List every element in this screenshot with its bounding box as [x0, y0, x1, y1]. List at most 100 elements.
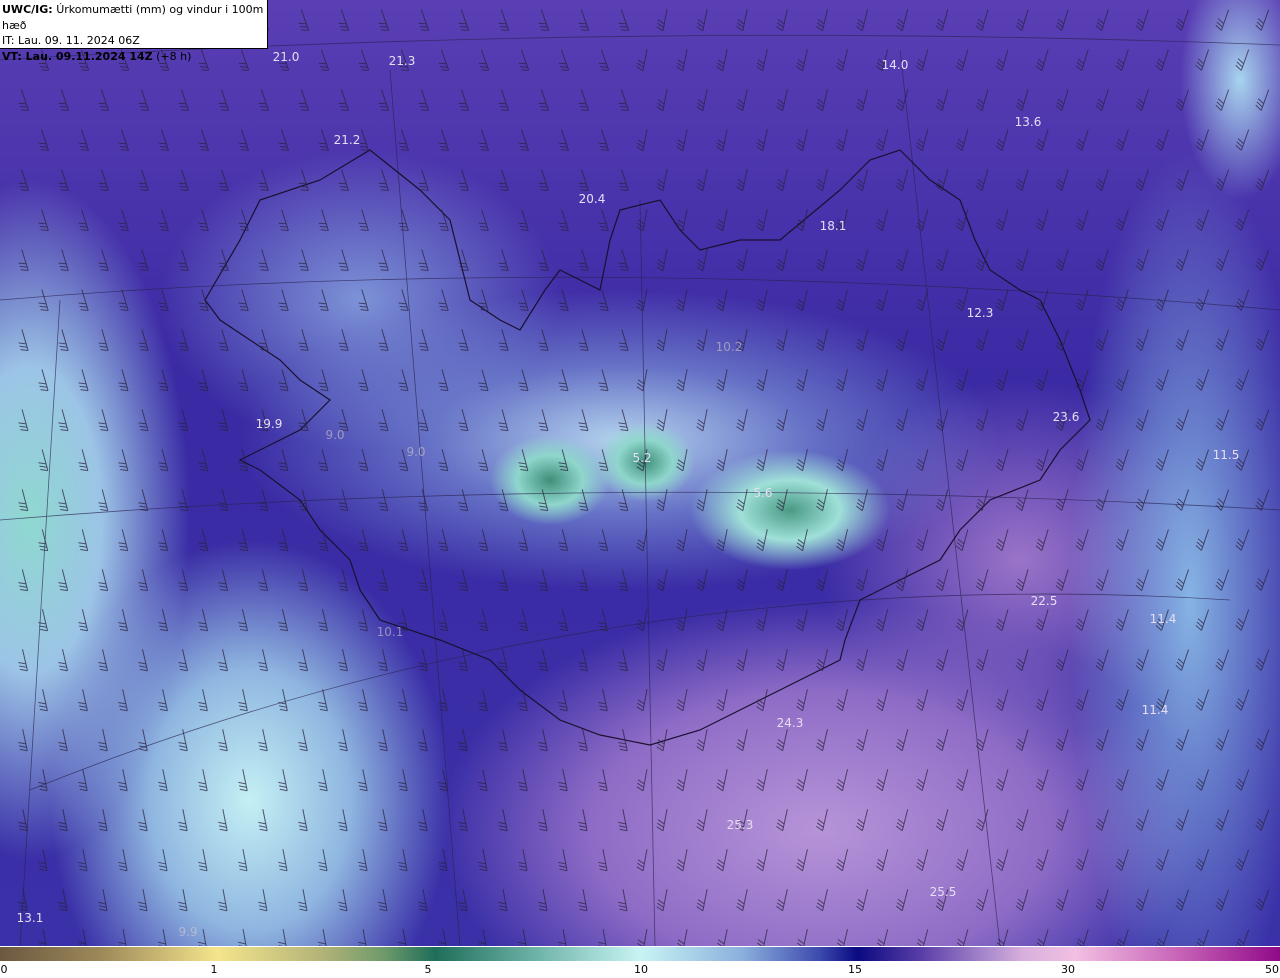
wind-barb — [1135, 569, 1149, 591]
wind-barb — [875, 929, 889, 946]
title-box: UWC/IG: Úrkomumætti (mm) og vindur i 100… — [0, 0, 268, 63]
wind-barb — [1015, 329, 1029, 351]
wind-barb — [218, 329, 229, 352]
wind-barb — [1235, 129, 1250, 151]
wind-barb — [138, 249, 149, 272]
colorbar-tick: 0 — [0, 963, 8, 976]
wind-barb — [776, 169, 788, 192]
wind-barb — [358, 929, 368, 946]
wind-barb — [1155, 769, 1169, 791]
wind-barb — [318, 529, 329, 552]
wind-barb — [836, 529, 848, 552]
wind-barb — [118, 449, 129, 472]
wind-barb — [338, 9, 350, 31]
wind-barb — [676, 769, 688, 792]
wind-barb — [18, 809, 28, 832]
wind-barb — [875, 289, 889, 312]
wind-barb — [158, 769, 168, 792]
wind-barb — [618, 9, 630, 31]
wind-barb — [696, 489, 708, 512]
wind-barb — [955, 49, 969, 72]
wind-barb — [915, 769, 929, 792]
wind-barb — [358, 529, 369, 552]
wind-barb — [736, 89, 748, 112]
wind-barb — [856, 489, 869, 512]
wind-barb — [1015, 569, 1029, 591]
wind-barb — [578, 729, 588, 752]
wind-barb — [98, 329, 109, 352]
wind-barb — [18, 649, 28, 672]
wind-barb — [856, 809, 869, 832]
wind-barb — [856, 569, 869, 592]
wind-barb — [478, 769, 488, 792]
map-value-label: 24.3 — [776, 716, 804, 730]
wind-barb — [1215, 249, 1230, 271]
wind-barb — [716, 209, 728, 232]
wind-barb — [935, 329, 949, 352]
graticule-line — [389, 69, 461, 946]
wind-barb — [18, 89, 30, 111]
wind-barb — [458, 649, 468, 672]
map-value-label: 25.5 — [929, 885, 957, 899]
map-value-label: 20.4 — [578, 192, 606, 206]
wind-barb — [58, 569, 69, 592]
wind-barb — [498, 809, 508, 832]
wind-barb — [558, 769, 568, 792]
wind-barb — [1255, 9, 1270, 31]
wind-barb — [58, 809, 68, 832]
wind-barb — [298, 169, 309, 191]
wind-barb — [1255, 729, 1270, 751]
wind-barb — [816, 409, 828, 432]
wind-barb — [955, 849, 969, 872]
wind-barb — [816, 9, 828, 32]
wind-barb — [378, 569, 389, 592]
wind-barb — [238, 929, 248, 946]
wind-barb — [716, 769, 728, 792]
wind-barb — [378, 649, 388, 672]
wind-barb — [358, 689, 368, 712]
wind-barb — [238, 369, 249, 392]
wind-barb — [1195, 529, 1210, 551]
wind-barb — [98, 729, 108, 752]
wind-barb — [158, 609, 169, 632]
wind-barb — [995, 129, 1009, 151]
wind-barb — [1175, 9, 1189, 31]
wind-barb — [1095, 809, 1109, 831]
wind-barb — [318, 689, 328, 712]
wind-barb — [578, 409, 589, 432]
wind-barb — [776, 809, 788, 832]
wind-barb — [1215, 729, 1230, 751]
wind-barb — [558, 929, 568, 946]
wind-barb — [1215, 9, 1230, 31]
map-value-label: 14.0 — [881, 58, 909, 72]
wind-barb — [198, 769, 208, 792]
wind-barb — [915, 209, 929, 232]
wind-barb — [756, 849, 768, 872]
wind-barb — [78, 849, 88, 872]
wind-barb — [736, 649, 748, 672]
wind-barb — [478, 849, 488, 872]
wind-barb — [178, 489, 189, 512]
wind-barb — [498, 409, 509, 432]
wind-barb — [975, 169, 989, 191]
wind-barb — [198, 209, 209, 231]
wind-barb — [218, 889, 228, 912]
wind-barb — [98, 489, 109, 512]
map-value-label: 19.9 — [255, 417, 283, 431]
wind-barb — [1075, 369, 1089, 391]
wind-barb — [1075, 449, 1089, 471]
wind-barb — [796, 769, 808, 792]
wind-barb — [458, 249, 469, 272]
wind-barb — [1215, 649, 1230, 671]
wind-barb — [418, 809, 428, 832]
wind-barb — [1095, 329, 1109, 351]
colorbar-tick: 30 — [1061, 963, 1075, 976]
wind-barb — [756, 609, 768, 632]
map-value-label: 22.5 — [1030, 594, 1058, 608]
wind-barb — [836, 449, 848, 472]
wind-barb — [518, 929, 528, 946]
wind-barb — [258, 249, 269, 272]
wind-barb — [756, 289, 768, 312]
map-value-label: 10.2 — [715, 340, 743, 354]
wind-barb — [676, 449, 688, 472]
